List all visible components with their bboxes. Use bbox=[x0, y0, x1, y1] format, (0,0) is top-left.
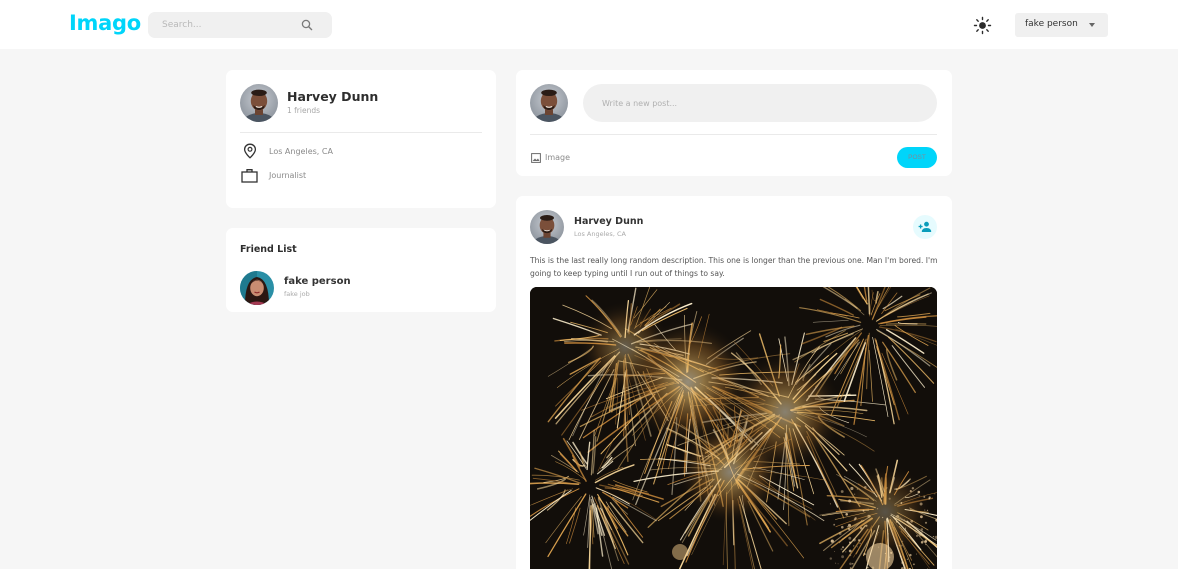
add-image-label: Image bbox=[545, 153, 571, 162]
profile-friend-count: 1 friends bbox=[287, 106, 320, 115]
firework-sparkle bbox=[829, 503, 831, 505]
post-author-name[interactable]: Harvey Dunn bbox=[574, 216, 643, 227]
firework-sparkle bbox=[932, 535, 935, 538]
profile-location: Los Angeles, CA bbox=[269, 147, 333, 156]
new-post-input[interactable] bbox=[583, 84, 937, 122]
friend-avatar[interactable] bbox=[240, 271, 274, 305]
composer-avatar[interactable] bbox=[530, 84, 568, 122]
divider bbox=[240, 132, 482, 133]
firework-sparkle bbox=[833, 523, 836, 526]
friend-job: fake job bbox=[284, 290, 310, 298]
user-menu-value: fake person bbox=[1025, 19, 1078, 29]
post-description: This is the last really long random desc… bbox=[530, 256, 938, 278]
post-card: Harvey Dunn Los Angeles, CA This is the … bbox=[516, 196, 952, 569]
divider bbox=[530, 134, 937, 135]
firework-sparkle bbox=[837, 563, 839, 565]
firework-sparkle bbox=[840, 548, 843, 551]
friend-list-card: Friend List fake person fake job bbox=[226, 228, 496, 312]
user-menu-select[interactable]: fake person bbox=[1015, 13, 1108, 37]
app-logo[interactable]: Imago bbox=[69, 11, 141, 35]
profile-avatar[interactable] bbox=[240, 84, 278, 122]
firework-sparkle bbox=[901, 561, 904, 565]
search-input[interactable] bbox=[162, 17, 292, 33]
post-composer-card: Image POST bbox=[516, 70, 952, 176]
post-author-avatar[interactable] bbox=[530, 210, 564, 244]
search-bar bbox=[148, 12, 332, 38]
briefcase-icon bbox=[241, 169, 258, 183]
firework-sparkle bbox=[906, 558, 909, 561]
friend-list-title: Friend List bbox=[240, 244, 297, 255]
firework-sparkle bbox=[851, 562, 854, 565]
top-navbar: Imago fake person bbox=[0, 0, 1178, 49]
location-pin-icon bbox=[243, 143, 257, 159]
firework-sparkle bbox=[849, 562, 852, 566]
firework-sparkle bbox=[912, 563, 915, 566]
firework-sparkle bbox=[924, 540, 928, 543]
firework-sparkle bbox=[848, 549, 852, 553]
firework-sparkle bbox=[841, 555, 844, 559]
post-author-location: Los Angeles, CA bbox=[574, 230, 626, 238]
firework-sparkle bbox=[830, 539, 834, 543]
fireworks-photo bbox=[530, 287, 937, 569]
post-button[interactable]: POST bbox=[897, 147, 937, 168]
sun-icon[interactable] bbox=[973, 16, 992, 35]
firework-sparkle bbox=[841, 546, 845, 549]
person-add-icon bbox=[918, 221, 932, 232]
chevron-down-icon bbox=[1089, 23, 1095, 27]
firework-sparkle bbox=[838, 532, 842, 535]
post-image[interactable] bbox=[530, 287, 937, 569]
firework-sparkle bbox=[915, 553, 918, 555]
firework-sparkle bbox=[849, 554, 852, 557]
firework-sparkle bbox=[925, 544, 927, 546]
firework-sparkle bbox=[866, 566, 869, 569]
add-friend-button[interactable] bbox=[913, 215, 937, 239]
friend-name[interactable]: fake person bbox=[284, 276, 351, 287]
firework-sparkle bbox=[835, 562, 837, 564]
profile-name[interactable]: Harvey Dunn bbox=[287, 89, 378, 104]
firework-sparkle bbox=[833, 551, 835, 552]
image-icon bbox=[531, 153, 541, 163]
profile-occupation: Journalist bbox=[269, 171, 307, 180]
firework-sparkle bbox=[845, 551, 847, 553]
firework-sparkle bbox=[934, 493, 936, 495]
search-icon[interactable] bbox=[300, 18, 314, 32]
profile-card: Harvey Dunn 1 friends Los Angeles, CA Jo… bbox=[226, 70, 496, 208]
firework-sparkle bbox=[829, 557, 833, 560]
firework-sparkle bbox=[909, 553, 912, 557]
